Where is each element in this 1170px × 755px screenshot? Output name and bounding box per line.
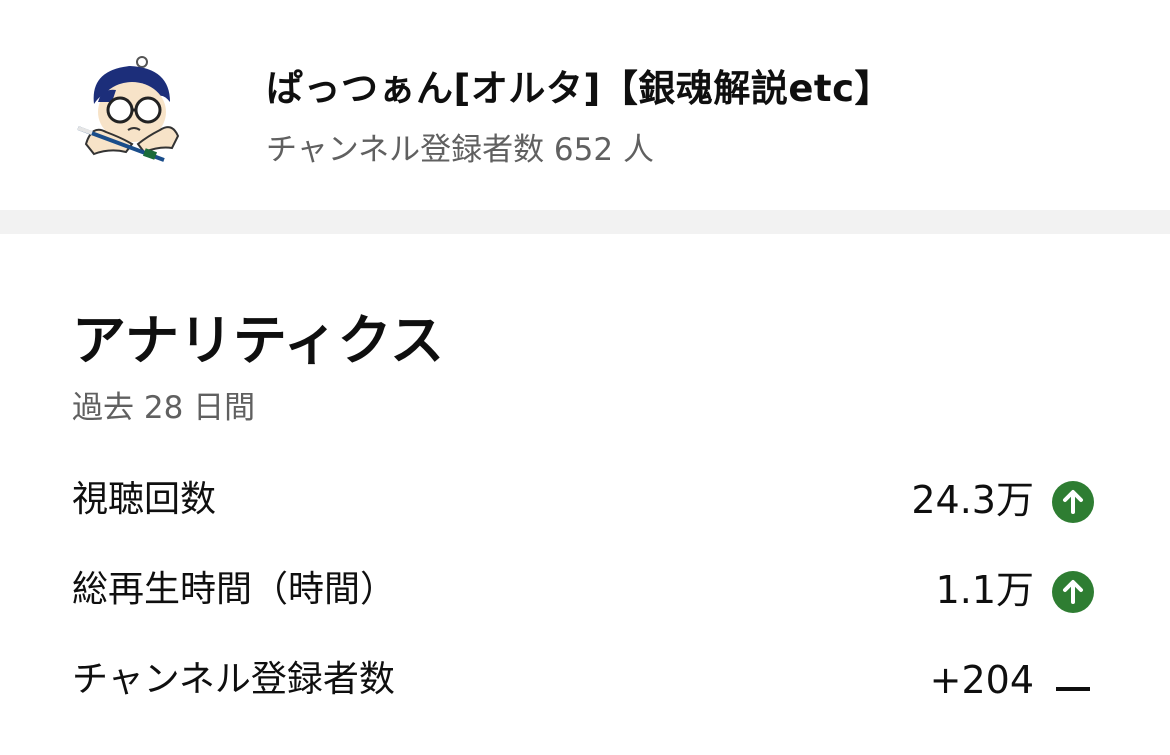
dash-icon: [1056, 678, 1090, 691]
arrow-up-circle-icon: [1052, 481, 1094, 523]
analytics-section[interactable]: アナリティクス 過去 28 日間 視聴回数 24.3万 総再生時間（時間） 1.…: [0, 234, 1170, 755]
metric-row-views[interactable]: 視聴回数 24.3万: [72, 470, 1098, 530]
metric-row-watch-time[interactable]: 総再生時間（時間） 1.1万: [72, 560, 1098, 620]
metric-label: チャンネル登録者数: [72, 659, 395, 700]
analytics-period: 過去 28 日間: [72, 390, 256, 426]
channel-header[interactable]: ぱっつぁん[オルタ]【銀魂解説etc】 チャンネル登録者数 652 人: [0, 0, 1170, 210]
metric-row-subscribers[interactable]: チャンネル登録者数 +204: [72, 650, 1098, 710]
channel-avatar-icon[interactable]: [72, 52, 188, 168]
channel-name[interactable]: ぱっつぁん[オルタ]【銀魂解説etc】: [266, 58, 892, 112]
metric-label: 総再生時間（時間）: [72, 569, 397, 610]
metric-value: +204: [929, 658, 1034, 702]
section-divider: [0, 210, 1170, 234]
analytics-title: アナリティクス: [72, 309, 445, 372]
arrow-up-circle-icon: [1052, 571, 1094, 613]
metric-value: 1.1万: [935, 568, 1034, 612]
metric-value: 24.3万: [911, 478, 1034, 522]
subscriber-count: チャンネル登録者数 652 人: [266, 132, 654, 168]
metric-label: 視聴回数: [72, 479, 217, 520]
